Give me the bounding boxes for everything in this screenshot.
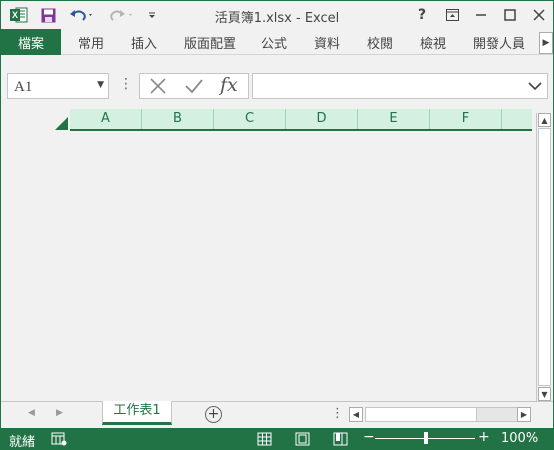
horizontal-scroll-thumb[interactable] [365, 407, 477, 422]
page-break-view-icon[interactable] [333, 432, 349, 449]
cell-grid[interactable] [70, 131, 532, 399]
insert-function-button[interactable]: fx [220, 74, 238, 96]
tab-home[interactable]: 常用 [78, 29, 104, 55]
next-sheet-icon[interactable]: ▶ [56, 408, 63, 418]
normal-view-icon[interactable] [257, 432, 273, 449]
status-bar: 就緒 − + 100% [1, 428, 553, 450]
column-header[interactable]: F [430, 109, 502, 129]
column-header[interactable]: C [214, 109, 286, 129]
redo-icon[interactable] [109, 7, 135, 23]
undo-icon[interactable] [69, 7, 95, 23]
scrollbar-splitter-icon[interactable]: ⋮ [331, 406, 344, 421]
sheet-tab-bar: ◀ ▶ 工作表1 + ⋮ ◀ ▶ [1, 401, 553, 427]
tab-insert[interactable]: 插入 [131, 29, 157, 55]
tab-view[interactable]: 檢視 [420, 29, 446, 55]
ribbon-display-options-icon[interactable] [441, 5, 463, 25]
vertical-scroll-thumb[interactable] [538, 128, 551, 386]
cancel-icon[interactable] [148, 77, 168, 98]
name-box[interactable]: A1 ▼ [7, 73, 109, 99]
previous-sheet-icon[interactable]: ◀ [28, 408, 35, 418]
zoom-out-icon[interactable]: − [363, 429, 375, 445]
tab-formulas[interactable]: 公式 [261, 29, 287, 55]
maximize-icon[interactable] [499, 5, 521, 25]
macro-record-icon[interactable] [51, 432, 67, 449]
scroll-right-icon[interactable]: ▶ [517, 407, 531, 422]
column-header[interactable]: A [70, 109, 142, 129]
sheet-tab-active[interactable]: 工作表1 [102, 401, 172, 425]
zoom-in-icon[interactable]: + [478, 429, 490, 445]
excel-logo-icon[interactable]: X [10, 7, 28, 23]
formula-buttons: fx [139, 73, 249, 99]
svg-text:X: X [12, 10, 18, 20]
scroll-down-icon[interactable]: ▼ [538, 387, 551, 401]
scroll-up-icon[interactable]: ▲ [538, 113, 551, 127]
horizontal-scroll-track[interactable] [477, 407, 517, 422]
zoom-slider-handle[interactable] [424, 432, 428, 444]
new-sheet-icon[interactable]: + [205, 406, 222, 423]
column-header[interactable]: E [358, 109, 430, 129]
formula-bar-grip-icon[interactable]: ⋮ [119, 77, 133, 95]
column-header[interactable]: B [142, 109, 214, 129]
select-all-icon[interactable] [55, 111, 69, 131]
zoom-level[interactable]: 100% [501, 431, 538, 446]
tab-data[interactable]: 資料 [314, 29, 340, 55]
ribbon-tabs: 檔案 常用 插入 版面配置 公式 資料 校閱 檢視 開發人員 ▶ [1, 29, 553, 55]
customize-qat-icon[interactable] [147, 7, 157, 23]
enter-check-icon[interactable] [184, 77, 204, 98]
minimize-icon[interactable] [470, 5, 492, 25]
chevron-down-icon[interactable]: ▼ [97, 80, 104, 90]
column-header[interactable]: D [286, 109, 358, 129]
page-layout-view-icon[interactable] [295, 432, 311, 449]
tab-scroll-right-icon[interactable]: ▶ [539, 32, 553, 54]
vertical-scrollbar[interactable]: ▲ ▼ [536, 113, 552, 401]
scroll-left-icon[interactable]: ◀ [349, 407, 363, 422]
horizontal-scrollbar[interactable]: ◀ ▶ [349, 407, 533, 423]
tab-developer[interactable]: 開發人員 [473, 29, 525, 55]
title-bar: X 活頁簿1.xlsx - Excel ? [1, 1, 553, 29]
tab-page-layout[interactable]: 版面配置 [184, 29, 236, 55]
save-icon[interactable] [40, 7, 56, 23]
status-text: 就緒 [9, 435, 36, 450]
close-icon[interactable] [528, 5, 550, 25]
formula-input[interactable] [252, 73, 548, 99]
column-headers: A B C D E F [70, 109, 532, 131]
expand-formula-bar-icon[interactable] [527, 78, 543, 97]
excel-window: X 活頁簿1.xlsx - Excel ? 檔案 常用 插入 版面配置 公式 資… [0, 0, 554, 450]
help-button[interactable]: ? [411, 5, 433, 25]
tab-review[interactable]: 校閱 [367, 29, 393, 55]
name-box-value: A1 [14, 79, 33, 95]
tab-file[interactable]: 檔案 [1, 29, 61, 55]
